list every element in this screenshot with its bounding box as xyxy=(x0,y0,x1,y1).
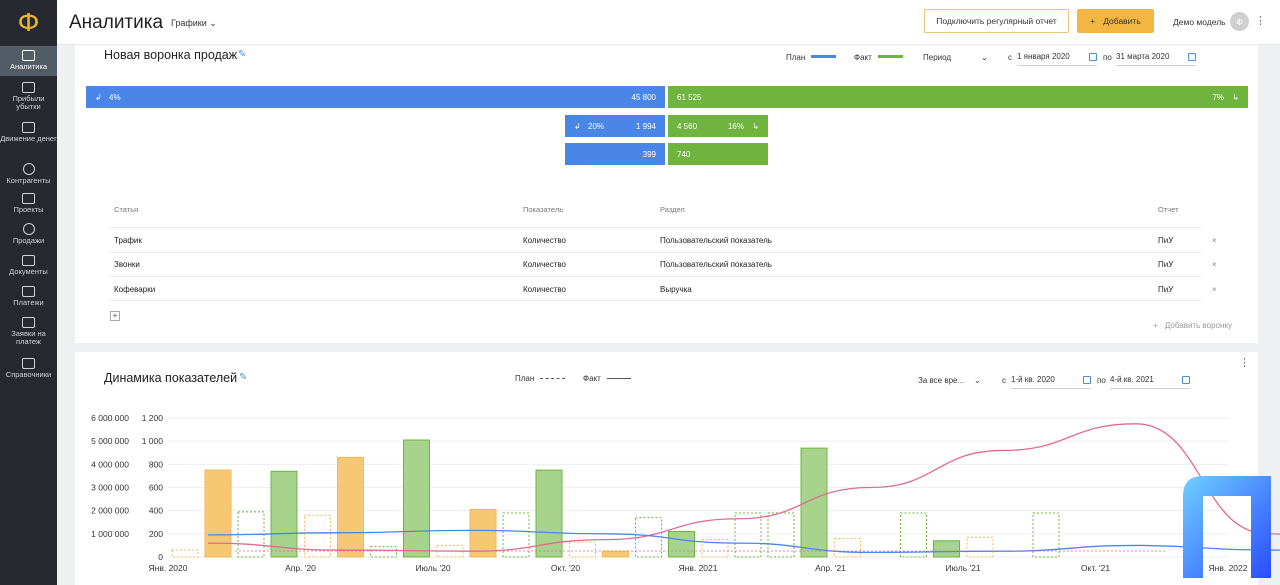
dynamics-chart: 1 200 6 000 000 1 000 5 000 000 800 4 000 000… xyxy=(91,413,1280,573)
chart-bar xyxy=(171,549,199,558)
right-axis-tick: 0 xyxy=(158,552,163,562)
chart-bar xyxy=(403,439,430,558)
x-axis-tick: Июль '20 xyxy=(415,563,450,573)
right-axis-tick: 1 000 xyxy=(142,436,164,446)
right-axis-tick: 200 xyxy=(149,529,163,539)
chart-line-pink xyxy=(207,423,1280,552)
chart-bar xyxy=(668,531,695,558)
chart-bar xyxy=(370,546,397,558)
left-axis-tick: 3 000 000 xyxy=(91,483,129,493)
chart-bar xyxy=(569,541,596,558)
chart-bar xyxy=(834,537,861,558)
x-axis-tick: Апр. '20 xyxy=(285,563,316,573)
chart-bar xyxy=(469,509,497,558)
x-axis-tick: Окт. '20 xyxy=(551,563,580,573)
right-axis-tick: 600 xyxy=(149,483,163,493)
left-axis-tick: 1 000 000 xyxy=(91,529,129,539)
left-axis-tick: 5 000 000 xyxy=(91,436,129,446)
left-axis-tick: 6 000 000 xyxy=(91,413,129,423)
brand-corner-badge xyxy=(1183,476,1271,578)
chart-bar xyxy=(767,512,795,558)
left-axis-tick: 2 000 000 xyxy=(91,506,129,516)
right-axis-tick: 800 xyxy=(149,459,163,469)
chart-bar xyxy=(337,456,364,558)
left-axis-tick: 4 000 000 xyxy=(91,459,129,469)
chart-bar xyxy=(602,550,629,558)
x-axis-tick: Окт. '21 xyxy=(1081,563,1110,573)
right-axis-tick: 400 xyxy=(149,506,163,516)
right-axis-tick: 1 200 xyxy=(142,413,164,423)
chart-bar xyxy=(966,536,994,558)
chart-bar xyxy=(933,540,960,558)
chart-bar xyxy=(734,512,762,558)
x-axis-tick: Июль '21 xyxy=(945,563,980,573)
x-axis-tick: Янв. 2020 xyxy=(149,563,188,573)
x-axis-tick: Янв. 2021 xyxy=(679,563,718,573)
chart-bar xyxy=(270,470,298,558)
x-axis-tick: Апр. '21 xyxy=(815,563,846,573)
chart-bar xyxy=(900,512,927,558)
